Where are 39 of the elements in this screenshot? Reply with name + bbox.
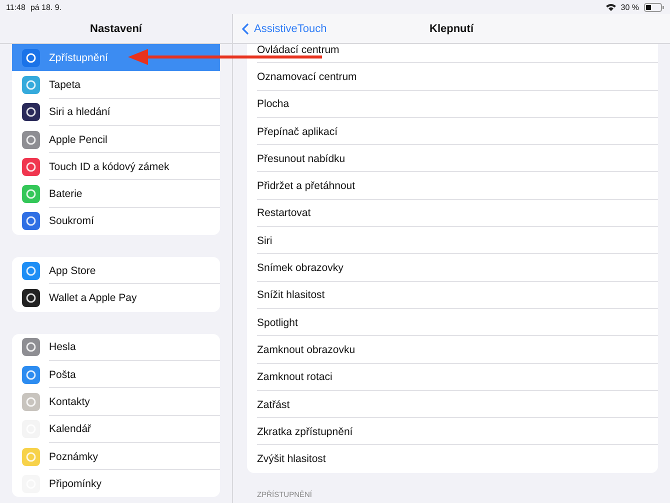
option-item[interactable]: Spotlight (247, 308, 658, 336)
sidebar-item[interactable]: Soukromí (12, 208, 220, 236)
wifi-icon (606, 3, 616, 11)
option-item[interactable]: Zatřást (247, 390, 658, 418)
option-item[interactable]: Zvýšit hlasitost (247, 445, 658, 473)
back-button[interactable]: AssistiveTouch (233, 22, 327, 34)
status-date: pá 18. 9. (30, 2, 62, 12)
option-item[interactable]: Oznamovací centrum (247, 63, 658, 91)
option-item[interactable]: Zamknout obrazovku (247, 336, 658, 364)
sidebar-item[interactable]: Tapeta (12, 71, 220, 99)
option-item[interactable]: Přesunout nabídku (247, 145, 658, 172)
sidebar-item[interactable]: Pošta (12, 360, 220, 388)
page-title: Klepnutí (430, 22, 474, 34)
sidebar-item[interactable]: Kontakty (12, 388, 220, 416)
option-item[interactable]: Snížit hlasitost (247, 282, 658, 309)
option-item[interactable]: Siri (247, 227, 658, 254)
option-item[interactable]: Zamknout rotaci (247, 364, 658, 391)
chevron-left-icon (242, 22, 249, 34)
option-item[interactable]: Ovládací centrum (247, 44, 658, 64)
option-item[interactable]: Restartovat (247, 200, 658, 228)
sidebar-title: Nastavení (90, 22, 142, 34)
battery-percent: 30 % (620, 2, 639, 12)
option-item[interactable]: Plocha (247, 90, 658, 118)
option-item[interactable]: Snímek obrazovky (247, 254, 658, 282)
sidebar-item[interactable]: App Store (12, 257, 220, 284)
sidebar-item[interactable]: Poznámky (12, 442, 220, 470)
battery-icon (644, 2, 664, 12)
sidebar-item[interactable]: Kalendář (12, 416, 220, 443)
sidebar-item[interactable]: Wallet a Apple Pay (12, 284, 220, 312)
option-item[interactable]: Zkratka zpřístupnění (247, 418, 658, 446)
sidebar-item[interactable]: Siri a hledání (12, 98, 220, 126)
sidebar-item[interactable]: Touch ID a kódový zámek (12, 153, 220, 180)
option-item[interactable]: Přidržet a přetáhnout (247, 172, 658, 200)
sidebar-item[interactable]: Hesla (12, 334, 220, 361)
sidebar-item[interactable]: Připomínky (12, 470, 220, 498)
option-item[interactable]: Přepínač aplikací (247, 118, 658, 146)
status-time: 11:48 (6, 2, 26, 12)
sidebar-item[interactable]: Apple Pencil (12, 126, 220, 154)
sidebar-item[interactable]: Baterie (12, 180, 220, 208)
